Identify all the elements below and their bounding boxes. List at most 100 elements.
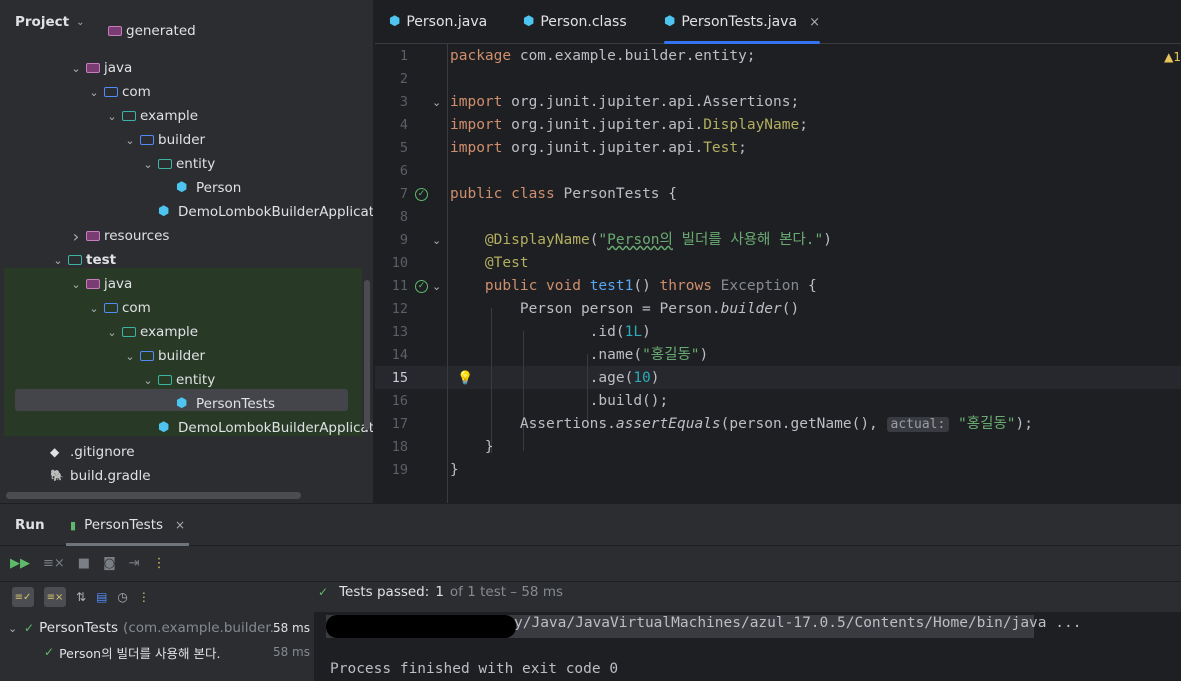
camera-icon[interactable]: ◙ bbox=[103, 556, 116, 571]
folder-icon bbox=[140, 135, 154, 145]
check-icon: ✓ bbox=[44, 645, 55, 659]
chevron-down-icon[interactable]: ⌄ bbox=[140, 158, 156, 171]
java-class-icon: ⬢ bbox=[176, 396, 188, 411]
show-passed-icon[interactable]: ≡✓ bbox=[12, 587, 34, 607]
folder-icon bbox=[68, 255, 82, 265]
test-result-row[interactable]: ✓ Person의 빌더를 사용해 본다. 58 ms bbox=[0, 640, 314, 664]
tree-item[interactable]: ⬢ DemoLombokBuilderApplicati bbox=[140, 200, 373, 224]
folder-icon bbox=[140, 351, 154, 361]
code-line: import org.junit.jupiter.api.Assertions; bbox=[450, 94, 800, 110]
code-line: Person person = Person.builder() bbox=[450, 301, 800, 317]
folder-icon bbox=[86, 279, 100, 289]
chevron-down-icon[interactable]: ⌄ bbox=[122, 350, 138, 363]
tree-item[interactable]: ⌄ com bbox=[86, 296, 150, 320]
history-icon[interactable]: ◷ bbox=[117, 590, 127, 604]
tree-item[interactable]: ⬢ Person bbox=[158, 176, 241, 200]
export-icon[interactable]: ⇥ bbox=[129, 556, 140, 571]
code-line: .build(); bbox=[450, 393, 669, 409]
tree-item[interactable]: ⌄ builder bbox=[122, 128, 205, 152]
tree-item-label: PersonTests bbox=[196, 396, 275, 412]
fold-icon[interactable]: ⌄ bbox=[432, 275, 441, 298]
console-output[interactable]: y/Java/JavaVirtualMachines/azul-17.0.5/C… bbox=[314, 612, 1181, 681]
chevron-right-icon[interactable]: › bbox=[68, 227, 84, 246]
chevron-down-icon[interactable]: ⌄ bbox=[86, 86, 102, 99]
run-test-icon[interactable]: ✓ bbox=[415, 280, 428, 293]
more-icon[interactable]: ⋮ bbox=[138, 590, 150, 604]
tree-item[interactable]: ⌄ com bbox=[86, 80, 150, 104]
run-tab[interactable]: ▮ PersonTests × bbox=[65, 504, 190, 546]
editor-tab-label: Person.class bbox=[540, 14, 627, 30]
show-ignored-icon[interactable]: ≡× bbox=[44, 587, 66, 607]
tree-item[interactable]: ⌄ entity bbox=[140, 152, 215, 176]
chevron-down-icon[interactable]: ⌄ bbox=[104, 326, 120, 339]
tree-item[interactable]: ⌄ java bbox=[68, 56, 132, 80]
run-test-icon[interactable]: ✓ bbox=[415, 188, 428, 201]
chevron-down-icon[interactable]: ⌄ bbox=[8, 622, 24, 635]
more-icon[interactable]: ⋮ bbox=[153, 556, 166, 571]
project-title: Project bbox=[15, 14, 70, 30]
chevron-down-icon[interactable]: ⌄ bbox=[140, 374, 156, 387]
line-number: 8 bbox=[399, 209, 408, 225]
tree-item[interactable]: ⬢ PersonTests bbox=[158, 392, 275, 416]
tree-item-label: build.gradle bbox=[70, 468, 151, 484]
chevron-down-icon[interactable]: ⌄ bbox=[122, 134, 138, 147]
rerun-failed-icon[interactable]: ≡× bbox=[43, 556, 65, 571]
java-class-icon: ⬢ bbox=[158, 204, 170, 219]
code-line: .age(10) bbox=[450, 370, 660, 386]
editor-tabs: ⬢ Person.java ⬢ Person.class ⬢ PersonTests.ja… bbox=[375, 0, 1181, 44]
tree-item-label: example bbox=[140, 108, 199, 124]
chevron-down-icon[interactable]: ⌄ bbox=[104, 110, 120, 123]
chevron-down-icon[interactable]: ⌄ bbox=[68, 62, 84, 75]
sort-icon[interactable]: ⇅ bbox=[76, 590, 86, 604]
tree-item-label: java bbox=[104, 60, 133, 76]
test-name: PersonTests bbox=[39, 620, 119, 636]
import-icon[interactable]: ▤ bbox=[96, 590, 107, 604]
tree-item[interactable]: ◆ .gitignore bbox=[32, 440, 135, 464]
fold-icon[interactable]: ⌄ bbox=[432, 229, 441, 252]
editor-tab[interactable]: ⬢ Person.java bbox=[389, 0, 487, 44]
test-result-row[interactable]: ⌄ ✓ PersonTests (com.example.builder.e 58 ms bbox=[0, 616, 314, 640]
code-line: Assertions.assertEquals(person.getName()… bbox=[450, 416, 1033, 432]
gradle-icon: 🐘 bbox=[50, 469, 64, 482]
gutter-separator bbox=[447, 44, 448, 503]
line-number: 9 bbox=[399, 232, 408, 248]
test-class-path: (com.example.builder.e bbox=[123, 620, 274, 636]
tree-item[interactable]: ⌄ example bbox=[104, 320, 198, 344]
tree-item[interactable]: ⌄ test bbox=[50, 248, 116, 272]
run-header: Run ▮ PersonTests × bbox=[0, 504, 1181, 546]
line-number: 7 bbox=[399, 186, 408, 202]
tree-item[interactable]: ⌄ example bbox=[104, 104, 198, 128]
tree-item[interactable]: generated bbox=[90, 24, 196, 38]
chevron-down-icon[interactable]: ⌄ bbox=[76, 17, 84, 28]
chevron-down-icon[interactable]: ⌄ bbox=[68, 278, 84, 291]
chevron-down-icon[interactable]: ⌄ bbox=[86, 302, 102, 315]
editor-tab[interactable]: ⬢ PersonTests.java × bbox=[664, 0, 820, 44]
code-area[interactable]: 1 package com.example.builder.entity; 2 3 ⌄ i… bbox=[375, 44, 1181, 503]
test-duration: 58 ms bbox=[272, 645, 310, 659]
line-number: 6 bbox=[399, 163, 408, 179]
close-icon[interactable]: × bbox=[175, 518, 185, 532]
code-line: } bbox=[450, 462, 459, 478]
fold-icon[interactable]: ⌄ bbox=[432, 91, 441, 114]
run-tab-label: PersonTests bbox=[84, 517, 164, 533]
test-duration: 58 ms bbox=[272, 621, 310, 635]
close-icon[interactable]: × bbox=[809, 15, 820, 30]
tree-item[interactable]: ⌄ builder bbox=[122, 344, 205, 368]
tree-item[interactable]: ⌄ java bbox=[68, 272, 132, 296]
tree-item[interactable]: ⌄ entity bbox=[140, 368, 215, 392]
chevron-down-icon[interactable]: ⌄ bbox=[50, 254, 66, 267]
java-class-icon: ⬢ bbox=[389, 14, 401, 29]
java-class-icon: ⬢ bbox=[176, 180, 188, 195]
vertical-scrollbar[interactable] bbox=[364, 280, 370, 430]
status-count: 1 bbox=[435, 584, 444, 600]
stop-icon[interactable]: ■ bbox=[78, 556, 90, 571]
tree-item-label: generated bbox=[126, 24, 196, 38]
tree-item[interactable]: ⬢ DemoLombokBuilderApplicati bbox=[140, 416, 373, 440]
rerun-icon[interactable]: ▶▶ bbox=[10, 556, 30, 571]
tree-item[interactable]: 🐘 build.gradle bbox=[32, 464, 151, 488]
line-number: 18 bbox=[391, 439, 408, 455]
code-line: public class PersonTests { bbox=[450, 186, 677, 202]
horizontal-scrollbar[interactable] bbox=[6, 492, 301, 499]
editor-tab[interactable]: ⬢ Person.class bbox=[523, 0, 627, 44]
tree-item[interactable]: › resources bbox=[68, 224, 170, 248]
